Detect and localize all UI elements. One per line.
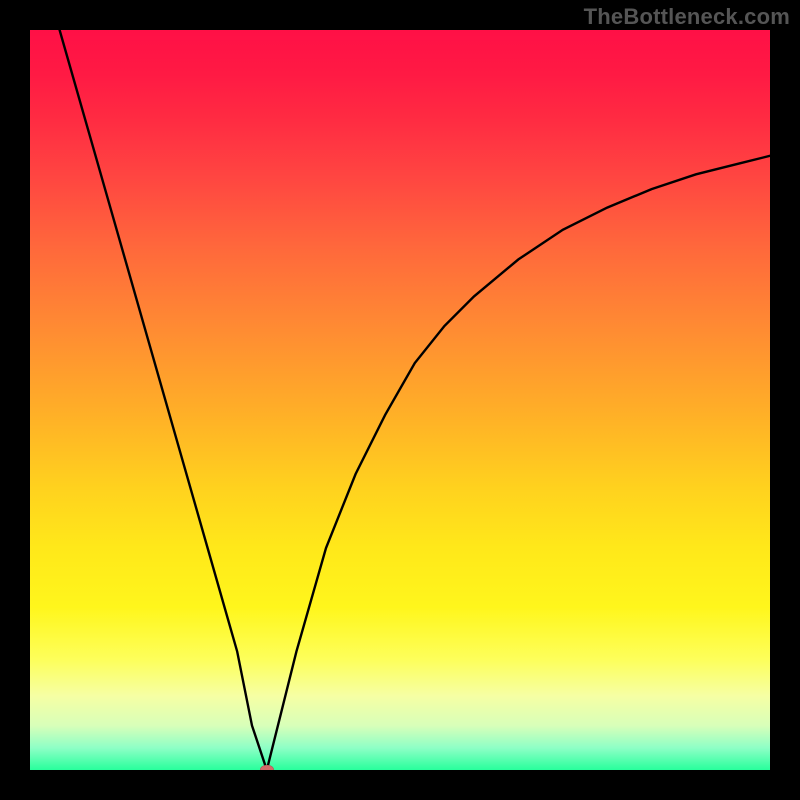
bottleneck-curve	[30, 30, 770, 770]
optimum-marker	[260, 765, 274, 770]
curve-right-branch	[267, 156, 770, 770]
watermark-text: TheBottleneck.com	[584, 4, 790, 30]
chart-frame: TheBottleneck.com	[0, 0, 800, 800]
curve-left-branch	[60, 30, 267, 770]
plot-area	[30, 30, 770, 770]
